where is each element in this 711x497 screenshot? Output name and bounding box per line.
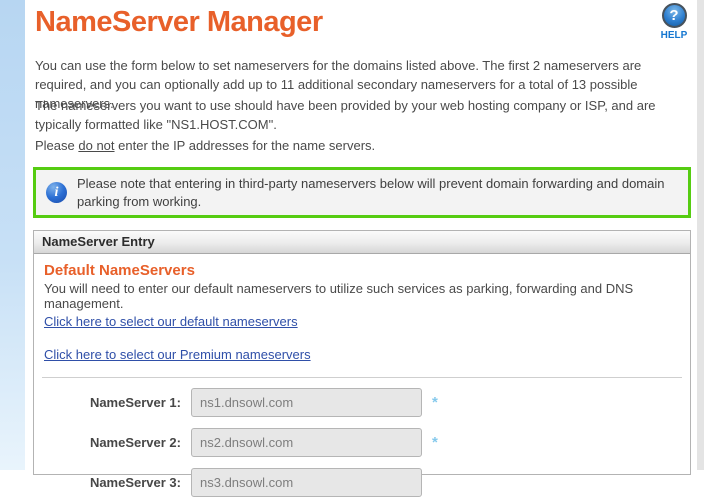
nameserver-3-label: NameServer 3: — [44, 475, 181, 490]
scrollbar[interactable] — [697, 0, 704, 470]
help-icon: ? — [662, 3, 687, 28]
nameserver-2-label: NameServer 2: — [44, 435, 181, 450]
help-button[interactable]: ? HELP — [652, 3, 696, 41]
nameserver-row-3: NameServer 3: — [44, 467, 680, 497]
page-title: NameServer Manager — [35, 6, 323, 39]
nameserver-3-input[interactable] — [191, 468, 422, 497]
required-marker: * — [432, 434, 438, 451]
page-background-strip — [0, 0, 25, 470]
help-label: HELP — [652, 30, 696, 41]
default-nameservers-heading: Default NameServers — [44, 262, 680, 279]
nameserver-1-label: NameServer 1: — [44, 395, 181, 410]
nameserver-1-input[interactable] — [191, 388, 422, 417]
nameserver-2-input[interactable] — [191, 428, 422, 457]
nameserver-row-2: NameServer 2: * — [44, 427, 680, 457]
required-marker: * — [432, 394, 438, 411]
default-nameservers-description: You will need to enter our default names… — [44, 281, 680, 311]
notice-text: Please note that entering in third-party… — [77, 175, 678, 210]
nameserver-row-1: NameServer 1: * — [44, 387, 680, 417]
form-divider — [42, 377, 682, 378]
intro-paragraph-2: The nameservers you want to use should h… — [35, 97, 691, 135]
do-not-emphasis: do not — [78, 138, 114, 153]
nameserver-entry-panel: NameServer Entry Default NameServers You… — [33, 230, 691, 475]
select-premium-nameservers-link[interactable]: Click here to select our Premium nameser… — [44, 347, 311, 362]
info-icon: i — [46, 182, 67, 203]
intro-paragraph-3: Please do not enter the IP addresses for… — [35, 137, 691, 156]
notice-box: i Please note that entering in third-par… — [33, 167, 691, 218]
panel-header: NameServer Entry — [34, 231, 690, 254]
select-default-nameservers-link[interactable]: Click here to select our default nameser… — [44, 314, 298, 329]
